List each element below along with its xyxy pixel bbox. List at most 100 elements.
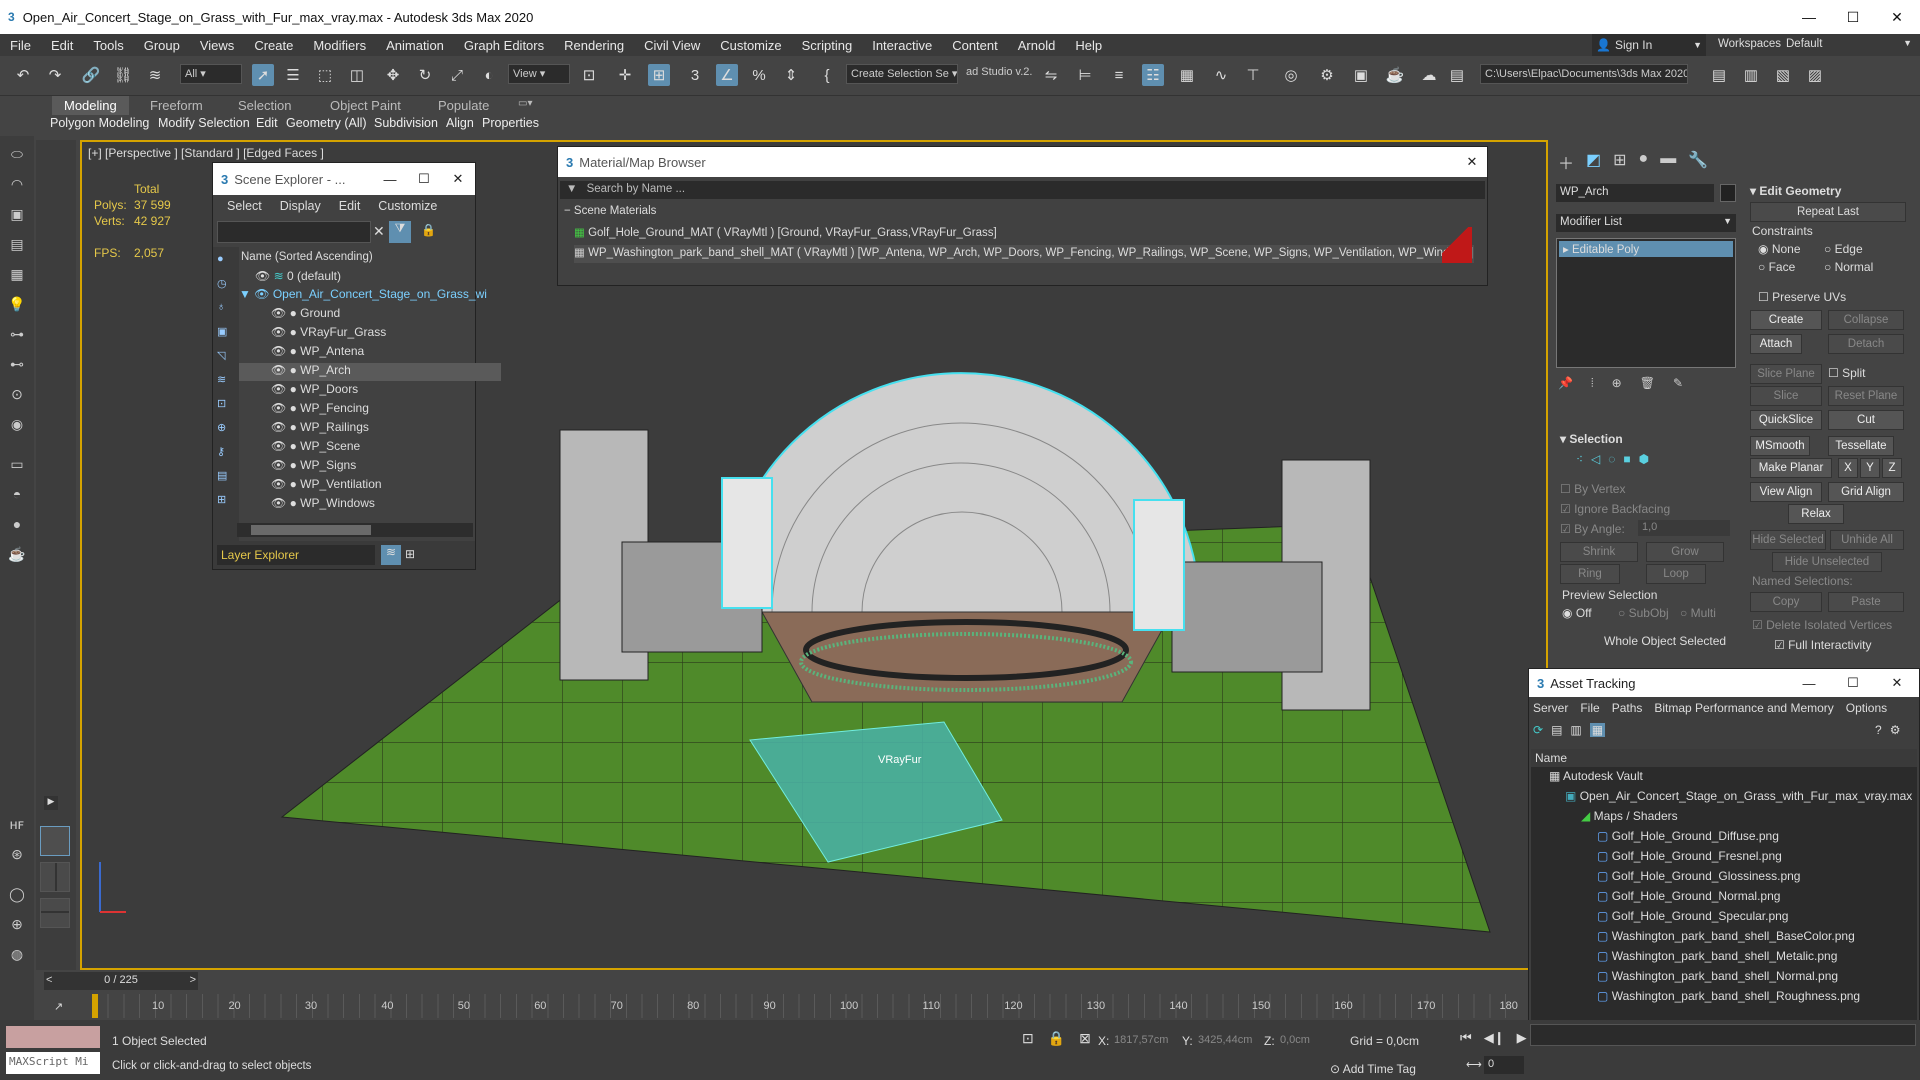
- mmb-search-field[interactable]: ▼ Search by Name ...: [560, 181, 1485, 199]
- hide-selected-button[interactable]: Hide Selected: [1750, 530, 1826, 550]
- at-menu-bitmap-performance[interactable]: Bitmap Performance and Memory: [1654, 701, 1833, 715]
- preview-subobj-radio[interactable]: ○ SubObj: [1618, 606, 1669, 620]
- tessellate-button[interactable]: Tessellate: [1828, 436, 1894, 456]
- polygon-icon[interactable]: ■: [1623, 452, 1630, 466]
- select-by-name-icon[interactable]: ☰: [282, 64, 304, 86]
- render-element-icon[interactable]: ⊕: [6, 916, 28, 936]
- eye-icon[interactable]: 👁: [271, 306, 286, 320]
- scene-item-wp-railings[interactable]: 👁 ● WP_Railings: [239, 420, 501, 438]
- scene-item-wp-scene[interactable]: 👁 ● WP_Scene: [239, 439, 501, 457]
- add-time-tag[interactable]: ⊙ Add Time Tag: [1330, 1062, 1416, 1076]
- msmooth-button[interactable]: MSmooth: [1750, 436, 1810, 456]
- scene-explorer-titlebar[interactable]: 3 Scene Explorer - ... — ☐ ✕: [213, 163, 475, 195]
- material-row[interactable]: ▦ Golf_Hole_Ground_MAT ( VRayMtl ) [Grou…: [574, 225, 1474, 243]
- undo-icon[interactable]: ↶: [12, 64, 34, 86]
- ribbon-subdivision[interactable]: Subdivision: [374, 116, 438, 130]
- menu-arnold[interactable]: Arnold: [1008, 38, 1066, 53]
- slice-plane-button[interactable]: Slice Plane: [1750, 364, 1822, 384]
- bitmap-row[interactable]: ▢ Washington_park_band_shell_Normal.png: [1597, 969, 1838, 983]
- box-icon[interactable]: ▣: [6, 206, 28, 226]
- snapshot-icon[interactable]: ◯: [6, 886, 28, 906]
- teapot-icon[interactable]: ☕: [6, 546, 28, 566]
- menu-views[interactable]: Views: [190, 38, 244, 53]
- y-coord-field[interactable]: 3425,44cm: [1196, 1032, 1264, 1050]
- asset-tracking-titlebar[interactable]: 3 Asset Tracking — ☐ ✕: [1529, 669, 1919, 697]
- workspace-dropdown[interactable]: Default ▼: [1782, 35, 1916, 55]
- minimize-button[interactable]: —: [1786, 0, 1832, 34]
- by-vertex-checkbox[interactable]: ☐ By Vertex: [1560, 482, 1625, 496]
- pivot-center-icon[interactable]: ⊡: [578, 64, 600, 86]
- previous-frame-icon[interactable]: ◀❙: [1484, 1030, 1505, 1046]
- scene-item-wp-arch[interactable]: 👁 ● WP_Arch: [239, 363, 501, 381]
- scene-item-wp-windows[interactable]: 👁 ● WP_Windows: [239, 496, 501, 514]
- bitmap-row[interactable]: ▢ Washington_park_band_shell_Roughness.p…: [1597, 989, 1860, 1003]
- detach-button[interactable]: Detach: [1828, 334, 1904, 354]
- time-slider[interactable]: < 0 / 225 >: [44, 972, 198, 990]
- loop-button[interactable]: Loop: [1646, 564, 1706, 584]
- ribbon-edit[interactable]: Edit: [256, 116, 278, 130]
- layout-single-icon[interactable]: [40, 826, 70, 856]
- preserve-uvs-checkbox[interactable]: ☐ Preserve UVs: [1758, 290, 1846, 304]
- hierarchy-tab-icon[interactable]: ⊞: [1613, 150, 1626, 174]
- spacewarp-filter-icon[interactable]: ≋: [217, 373, 226, 386]
- project-folder-icon[interactable]: ▤: [1708, 64, 1730, 86]
- project-new-icon[interactable]: ▧: [1772, 64, 1794, 86]
- utilities-tab-icon[interactable]: 🔧: [1688, 150, 1708, 174]
- max-file-row[interactable]: ▣ Open_Air_Concert_Stage_on_Grass_with_F…: [1565, 789, 1912, 803]
- snaps-toggle-icon[interactable]: 3: [684, 64, 706, 86]
- menu-edit[interactable]: Edit: [41, 38, 83, 53]
- copy-button[interactable]: Copy: [1750, 592, 1822, 612]
- link-icon[interactable]: 🔗: [80, 64, 102, 86]
- scene-item-wp-doors[interactable]: 👁 ● WP_Doors: [239, 382, 501, 400]
- stack-item-editable-poly[interactable]: ▸ Editable Poly: [1559, 241, 1733, 257]
- at-menu-paths[interactable]: Paths: [1612, 701, 1643, 715]
- planar-z-button[interactable]: Z: [1882, 458, 1902, 478]
- spinner-snap-icon[interactable]: ⇕: [780, 64, 802, 86]
- object-color-swatch[interactable]: [1720, 184, 1736, 202]
- menu-content[interactable]: Content: [942, 38, 1008, 53]
- bitmap-row[interactable]: ▢ Golf_Hole_Ground_Normal.png: [1597, 889, 1780, 903]
- curve-editor-mini-icon[interactable]: ↗: [54, 1000, 63, 1013]
- percent-snap-icon[interactable]: %: [748, 64, 770, 86]
- cylinder-icon[interactable]: ◠: [6, 176, 28, 196]
- unlink-icon[interactable]: ⛓: [112, 64, 134, 86]
- all-filter-icon[interactable]: ⊞: [217, 493, 226, 506]
- hf-icon[interactable]: ʜꜰ: [6, 816, 28, 836]
- lock-icon[interactable]: 🔒: [421, 223, 436, 237]
- material-row[interactable]: ▦ WP_Washington_park_band_shell_MAT ( VR…: [574, 245, 1474, 263]
- scene-item-vrayfur-grass[interactable]: 👁 ● VRayFur_Grass: [239, 325, 501, 343]
- se-menu-select[interactable]: Select: [227, 199, 262, 213]
- project-path-dropdown[interactable]: C:\Users\Elpac\Documents\3ds Max 2020 ▾: [1480, 64, 1688, 84]
- grid-align-button[interactable]: Grid Align: [1828, 482, 1904, 502]
- object-name-field[interactable]: WP_Arch: [1556, 184, 1714, 202]
- reset-plane-button[interactable]: Reset Plane: [1828, 386, 1904, 406]
- menu-scripting[interactable]: Scripting: [792, 38, 863, 53]
- pin-stack-icon[interactable]: 📌: [1558, 376, 1573, 391]
- menu-customize[interactable]: Customize: [710, 38, 791, 53]
- eye-icon[interactable]: 👁: [271, 382, 286, 396]
- collapse-button[interactable]: Collapse: [1828, 310, 1904, 330]
- schematic-view-icon[interactable]: ⊤: [1242, 64, 1264, 86]
- light-icon[interactable]: 💡: [6, 296, 28, 316]
- eye-icon[interactable]: 👁: [254, 287, 269, 301]
- split-checkbox[interactable]: ☐ Split: [1828, 366, 1865, 380]
- menu-group[interactable]: Group: [134, 38, 190, 53]
- slice-button[interactable]: Slice: [1750, 386, 1822, 406]
- x-coord-field[interactable]: 1817,57cm: [1112, 1032, 1180, 1050]
- scene-item-wp-antena[interactable]: 👁 ● WP_Antena: [239, 344, 501, 362]
- eye-icon[interactable]: 👁: [271, 477, 286, 491]
- edge-icon[interactable]: ◁: [1591, 452, 1600, 466]
- reference-coord-dropdown[interactable]: View ▾: [508, 64, 570, 84]
- ribbon-polygon-modeling[interactable]: Polygon Modeling: [50, 116, 149, 130]
- maximize-icon[interactable]: ☐: [407, 171, 441, 187]
- se-search-field[interactable]: [217, 221, 371, 243]
- preview-multi-radio[interactable]: ○ Multi: [1680, 606, 1716, 620]
- selection-lock-icon[interactable]: 🔒: [1048, 1030, 1065, 1047]
- constraint-normal-radio[interactable]: ○ Normal: [1824, 260, 1873, 274]
- eye-icon[interactable]: 👁: [255, 269, 270, 283]
- menu-civil-view[interactable]: Civil View: [634, 38, 710, 53]
- ribbon-options-icon[interactable]: ▭▾: [506, 96, 544, 111]
- quickslice-button[interactable]: QuickSlice: [1750, 410, 1822, 430]
- shrink-button[interactable]: Shrink: [1560, 542, 1638, 562]
- close-icon[interactable]: ✕: [1457, 154, 1487, 170]
